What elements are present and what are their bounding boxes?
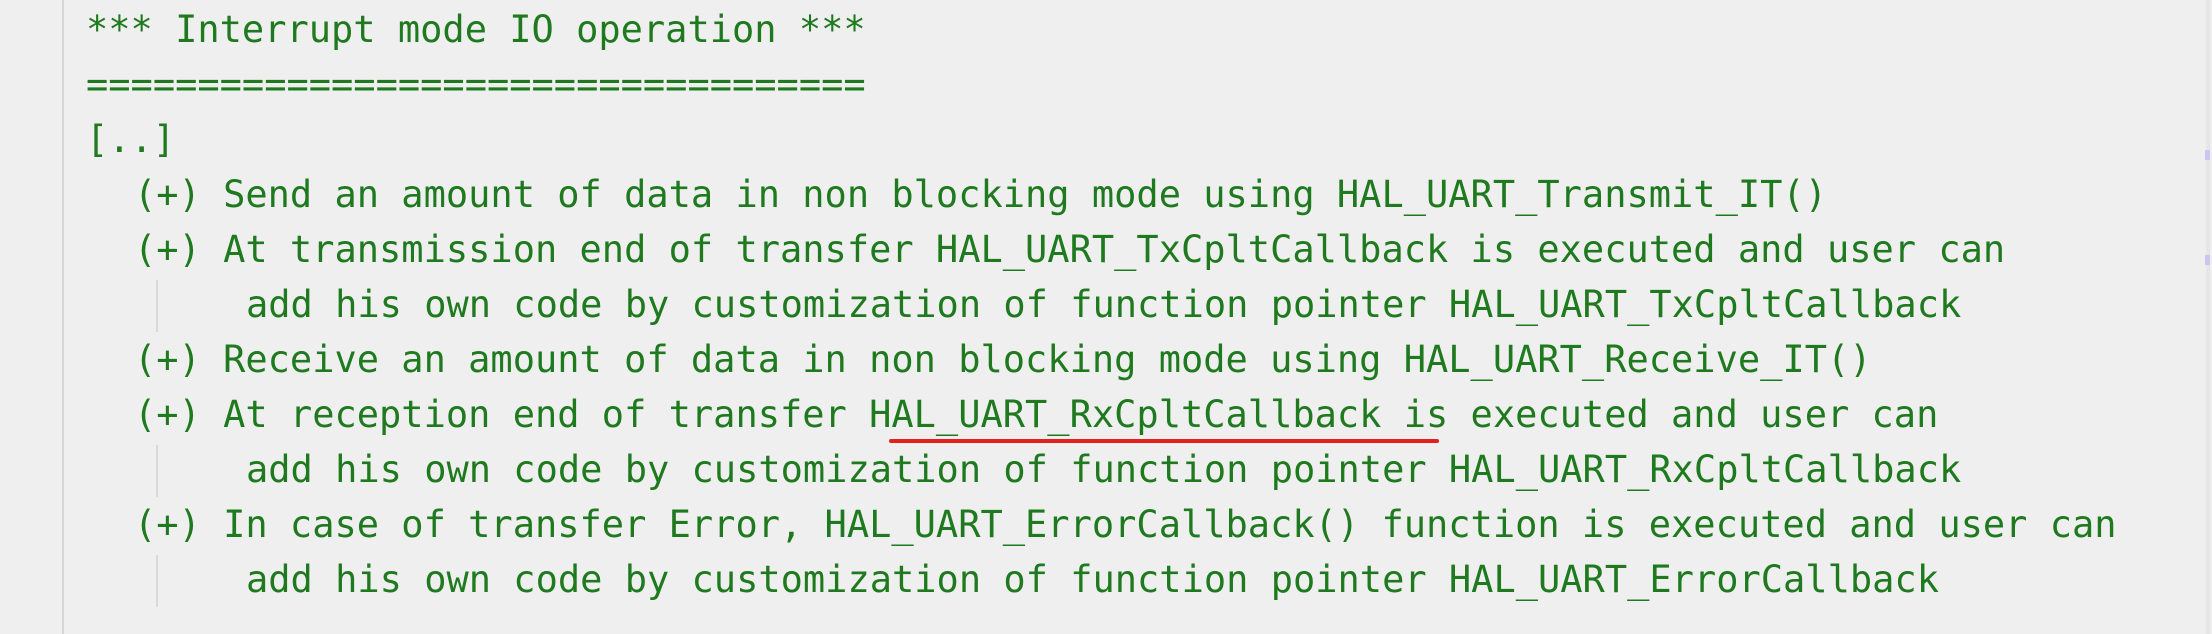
indent-guide (156, 555, 158, 607)
code-line-item-transmit: (+) Send an amount of data in non blocki… (134, 173, 1827, 216)
code-line-heading: *** Interrupt mode IO operation *** (86, 8, 866, 51)
code-line-item-tx-callback: (+) At transmission end of transfer HAL_… (134, 228, 2006, 271)
highlight-underline-rxcpltcallback (889, 439, 1439, 443)
code-line-item-receive: (+) Receive an amount of data in non blo… (134, 338, 1872, 381)
indent-guide (156, 445, 158, 497)
overview-ruler-marker (2205, 255, 2210, 265)
code-line-item-rx-callback-cont: add his own code by customization of fun… (246, 448, 1962, 491)
code-line-item-error-cont: add his own code by customization of fun… (246, 558, 1939, 601)
scrollbar-overview-ruler[interactable] (2206, 0, 2210, 634)
code-editor[interactable]: *** Interrupt mode IO operation *** ====… (0, 0, 2212, 634)
code-line-rule: =================================== (86, 63, 866, 106)
code-line-item-rx-callback: (+) At reception end of transfer HAL_UAR… (134, 393, 1939, 436)
code-line-item-tx-callback-cont: add his own code by customization of fun… (246, 283, 1962, 326)
code-line-ellipsis: [..] (86, 118, 176, 161)
overview-ruler-marker (2205, 150, 2210, 160)
code-line-item-error: (+) In case of transfer Error, HAL_UART_… (134, 503, 2117, 546)
indent-guide (156, 280, 158, 332)
